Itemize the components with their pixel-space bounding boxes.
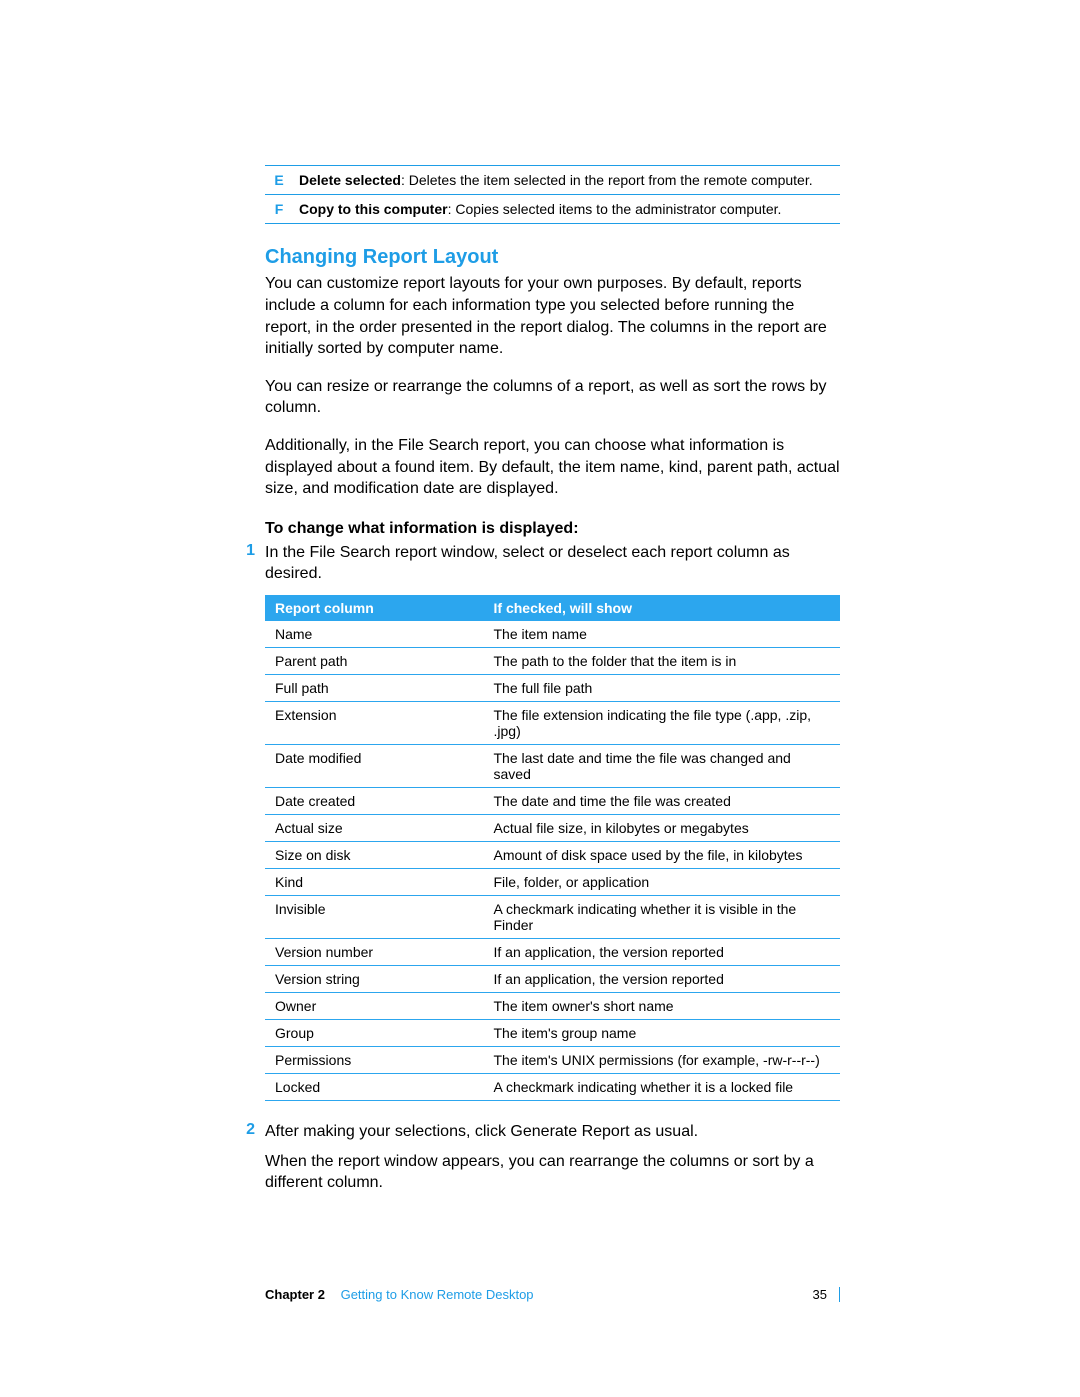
table-header-col2: If checked, will show [484, 595, 841, 621]
table-cell-col1: Group [265, 1019, 484, 1046]
table-cell-col1: Size on disk [265, 841, 484, 868]
table-cell-col1: Parent path [265, 647, 484, 674]
table-cell-col2: The date and time the file was created [484, 787, 841, 814]
table-cell-col2: If an application, the version reported [484, 965, 841, 992]
table-cell-col1: Full path [265, 674, 484, 701]
body-paragraph-1: You can customize report layouts for you… [265, 273, 840, 359]
callout-row: FCopy to this computer: Copies selected … [265, 195, 840, 224]
footer-page-number: 35 [813, 1287, 840, 1302]
table-row: Actual sizeActual file size, in kilobyte… [265, 814, 840, 841]
table-cell-col2: Amount of disk space used by the file, i… [484, 841, 841, 868]
table-row: PermissionsThe item's UNIX permissions (… [265, 1046, 840, 1073]
table-cell-col1: Version string [265, 965, 484, 992]
table-row: Date modifiedThe last date and time the … [265, 744, 840, 787]
table-cell-col1: Extension [265, 701, 484, 744]
callout-row: EDelete selected: Deletes the item selec… [265, 166, 840, 195]
table-row: Size on diskAmount of disk space used by… [265, 841, 840, 868]
body-paragraph-3: Additionally, in the File Search report,… [265, 435, 840, 500]
table-row: NameThe item name [265, 621, 840, 648]
table-row: GroupThe item's group name [265, 1019, 840, 1046]
table-row: LockedA checkmark indicating whether it … [265, 1073, 840, 1100]
table-cell-col2: Actual file size, in kilobytes or megaby… [484, 814, 841, 841]
page-footer: Chapter 2 Getting to Know Remote Desktop… [265, 1287, 840, 1302]
table-row: Parent pathThe path to the folder that t… [265, 647, 840, 674]
body-paragraph-2: You can resize or rearrange the columns … [265, 376, 840, 419]
procedure-subhead: To change what information is displayed: [265, 520, 840, 538]
table-cell-col1: Date created [265, 787, 484, 814]
table-row: Version stringIf an application, the ver… [265, 965, 840, 992]
table-cell-col2: The path to the folder that the item is … [484, 647, 841, 674]
table-cell-col2: File, folder, or application [484, 868, 841, 895]
step-2: 2 After making your selections, click Ge… [265, 1121, 840, 1143]
table-cell-col1: Permissions [265, 1046, 484, 1073]
step-2-text: After making your selections, click Gene… [265, 1121, 840, 1143]
table-cell-col1: Owner [265, 992, 484, 1019]
section-heading: Changing Report Layout [265, 246, 840, 269]
callout-letter: E [265, 166, 299, 195]
step-1-number: 1 [241, 542, 255, 585]
table-row: Full pathThe full file path [265, 674, 840, 701]
step-2-number: 2 [241, 1121, 255, 1143]
table-cell-col1: Date modified [265, 744, 484, 787]
table-row: ExtensionThe file extension indicating t… [265, 701, 840, 744]
table-cell-col1: Locked [265, 1073, 484, 1100]
table-cell-col2: The item's UNIX permissions (for example… [484, 1046, 841, 1073]
callout-letter: F [265, 195, 299, 224]
footer-chapter-label: Chapter 2 [265, 1287, 325, 1302]
table-cell-col1: Invisible [265, 895, 484, 938]
table-cell-col2: The full file path [484, 674, 841, 701]
table-cell-col2: A checkmark indicating whether it is vis… [484, 895, 841, 938]
table-row: InvisibleA checkmark indicating whether … [265, 895, 840, 938]
table-row: KindFile, folder, or application [265, 868, 840, 895]
table-cell-col2: The item's group name [484, 1019, 841, 1046]
callout-table: EDelete selected: Deletes the item selec… [265, 165, 840, 224]
callout-text: Copy to this computer: Copies selected i… [299, 195, 840, 224]
step-1-text: In the File Search report window, select… [265, 542, 840, 585]
table-row: Version numberIf an application, the ver… [265, 938, 840, 965]
body-paragraph-4: When the report window appears, you can … [265, 1151, 840, 1194]
table-cell-col2: The item owner's short name [484, 992, 841, 1019]
table-cell-col2: The file extension indicating the file t… [484, 701, 841, 744]
step-1: 1 In the File Search report window, sele… [265, 542, 840, 585]
table-cell-col2: The last date and time the file was chan… [484, 744, 841, 787]
callout-text: Delete selected: Deletes the item select… [299, 166, 840, 195]
table-cell-col1: Name [265, 621, 484, 648]
table-cell-col2: The item name [484, 621, 841, 648]
table-cell-col1: Version number [265, 938, 484, 965]
table-row: OwnerThe item owner's short name [265, 992, 840, 1019]
table-cell-col1: Kind [265, 868, 484, 895]
footer-chapter-name: Getting to Know Remote Desktop [341, 1287, 534, 1302]
table-cell-col1: Actual size [265, 814, 484, 841]
table-cell-col2: If an application, the version reported [484, 938, 841, 965]
table-row: Date createdThe date and time the file w… [265, 787, 840, 814]
table-cell-col2: A checkmark indicating whether it is a l… [484, 1073, 841, 1100]
report-column-table: Report column If checked, will show Name… [265, 595, 840, 1101]
table-header-col1: Report column [265, 595, 484, 621]
